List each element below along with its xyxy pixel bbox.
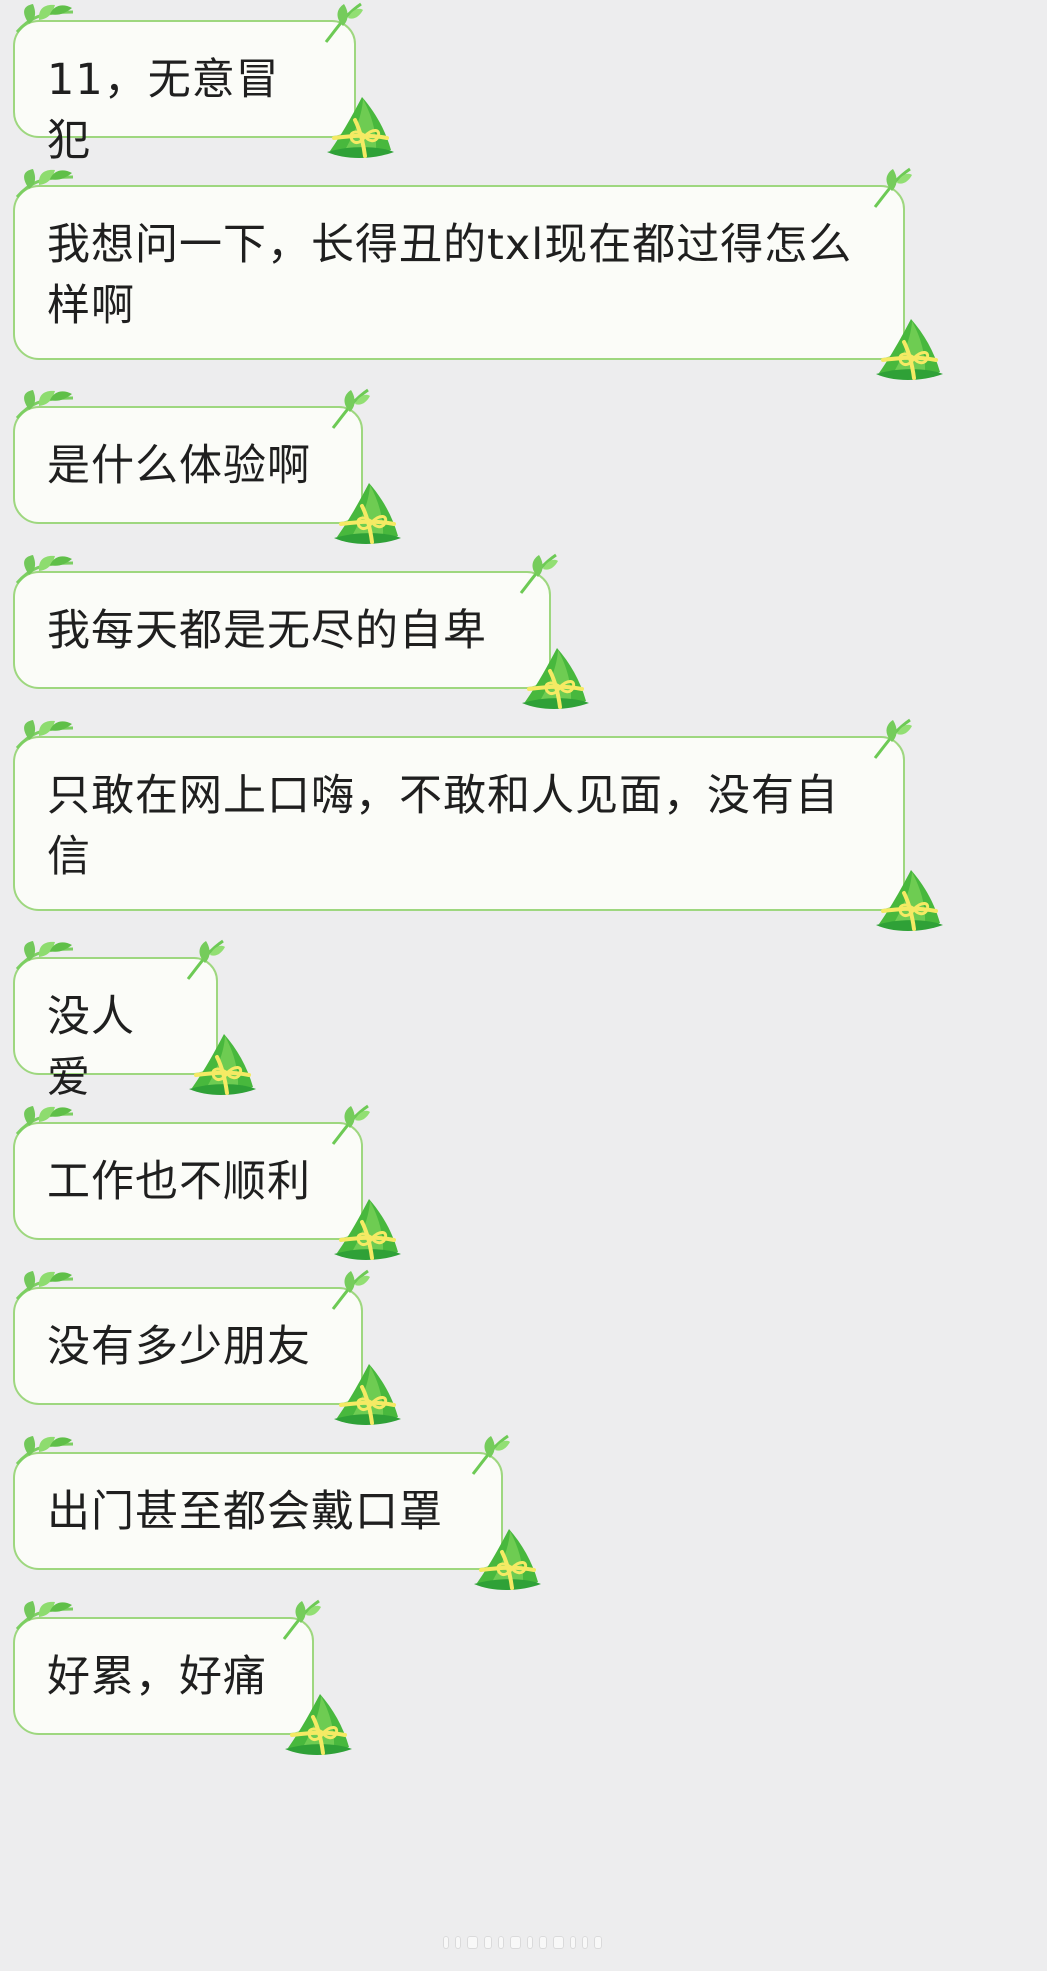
message-text: 我想问一下，长得丑的txl现在都过得怎么样啊 [47,220,853,331]
message-text: 工作也不顺利 [47,1157,311,1207]
bamboo-leaf-icon [331,1104,370,1145]
message-text: 好累，好痛 [47,1652,267,1702]
zongzi-icon [327,97,394,158]
message-bubble[interactable]: 11，无意冒犯 [13,2,394,166]
home-indicator-segment [498,1936,504,1949]
message-text: 出门甚至都会戴口罩 [47,1487,443,1537]
message-bubble[interactable]: 只敢在网上口嗨，不敢和人见面，没有自信 [13,718,943,931]
home-indicator-segment [484,1936,492,1949]
zongzi-icon [876,319,943,380]
home-indicator-segment [570,1936,576,1949]
bamboo-leaf-icon [873,167,912,208]
home-indicator-segment [527,1936,533,1949]
home-indicator-segment [443,1936,449,1949]
bamboo-leaf-icon [15,4,74,33]
message-bubble[interactable]: 没人爱 [13,939,256,1103]
bamboo-leaf-icon [873,718,912,759]
home-indicator-segment [582,1936,588,1949]
bamboo-leaf-icon [331,388,370,429]
message-bubble[interactable]: 我想问一下，长得丑的txl现在都过得怎么样啊 [13,167,943,380]
bamboo-leaf-icon [15,941,74,970]
home-indicator[interactable] [410,1936,635,1949]
bamboo-leaf-icon [15,1271,74,1300]
bamboo-leaf-icon [15,555,74,584]
zongzi-icon [334,1364,401,1425]
message-bubble[interactable]: 好累，好痛 [13,1599,352,1755]
message-bubble[interactable]: 出门甚至都会戴口罩 [13,1434,541,1590]
zongzi-icon [189,1034,256,1095]
bamboo-leaf-icon [324,2,363,43]
bamboo-leaf-icon [519,553,558,594]
zongzi-icon [285,1694,352,1755]
bamboo-leaf-icon [15,1106,74,1135]
bamboo-leaf-icon [15,1601,74,1630]
zongzi-icon [522,648,589,709]
bamboo-leaf-icon [15,390,74,419]
message-text: 没有多少朋友 [47,1322,311,1372]
home-indicator-segment [510,1936,521,1949]
zongzi-icon [334,1199,401,1260]
home-indicator-segment [467,1936,478,1949]
zongzi-icon [876,870,943,931]
bamboo-leaf-icon [15,169,74,198]
bamboo-leaf-icon [331,1269,370,1310]
bamboo-leaf-icon [471,1434,510,1475]
message-text: 11，无意冒犯 [47,55,280,166]
bamboo-leaf-icon [15,720,74,749]
zongzi-icon [334,483,401,544]
message-text: 没人爱 [47,992,135,1103]
message-bubble[interactable]: 没有多少朋友 [13,1269,401,1425]
message-text: 只敢在网上口嗨，不敢和人见面，没有自信 [47,771,839,882]
message-bubble[interactable]: 我每天都是无尽的自卑 [13,553,589,709]
bamboo-leaf-icon [186,939,225,980]
bamboo-leaf-icon [15,1436,74,1465]
chat-conversation: 11，无意冒犯 我想问一下，长得丑的txl现在都过得怎么样啊 是什么体验啊 我每… [0,0,1047,1971]
home-indicator-segment [455,1936,461,1949]
message-bubble[interactable]: 是什么体验啊 [13,388,401,544]
home-indicator-segment [553,1936,564,1949]
bamboo-leaf-icon [282,1599,321,1640]
message-text: 是什么体验啊 [47,441,311,491]
zongzi-icon [474,1529,541,1590]
message-bubble[interactable]: 工作也不顺利 [13,1104,401,1260]
home-indicator-segment [539,1936,547,1949]
message-text: 我每天都是无尽的自卑 [47,606,487,656]
home-indicator-segment [594,1936,602,1949]
